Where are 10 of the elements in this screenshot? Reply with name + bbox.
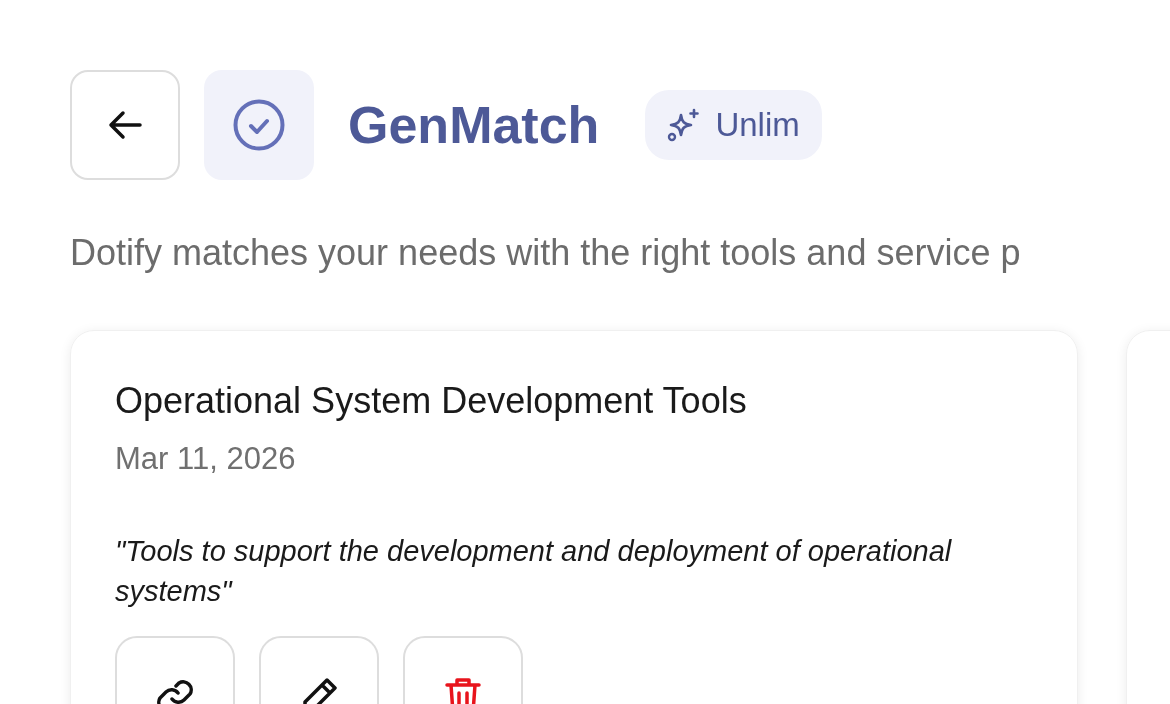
arrow-left-icon: [108, 110, 142, 140]
sparkle-icon: [667, 108, 702, 142]
card-title: Operational System Development Tools: [115, 379, 748, 423]
check-circle-icon: [233, 99, 285, 151]
plan-label: Unlim: [715, 105, 800, 146]
subtitle: Dotify matches your needs with the right tools and service p: [70, 231, 1022, 275]
trash-icon: [444, 675, 482, 704]
card-date: Mar 11, 2026: [115, 440, 297, 479]
app-title: GenMatch: [348, 94, 600, 156]
card-quote: "Tools to support the development and deployment of operational systems": [115, 533, 953, 610]
